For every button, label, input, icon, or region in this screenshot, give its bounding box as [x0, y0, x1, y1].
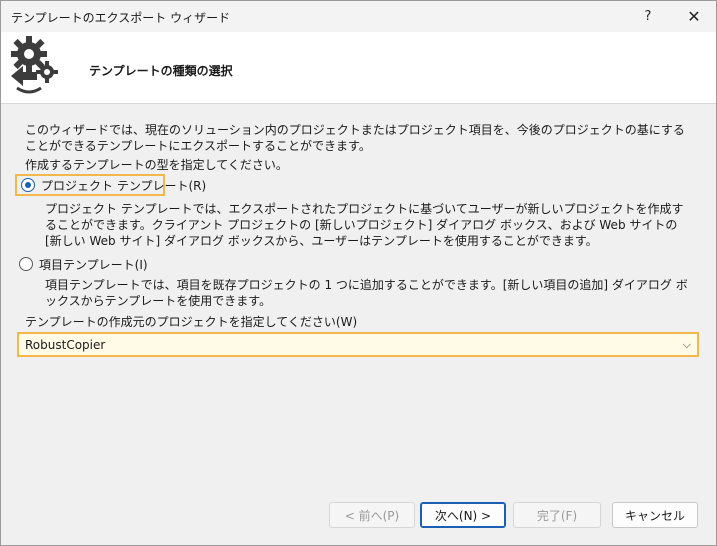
- project-template-radio[interactable]: プロジェクト テンプレート(R): [15, 174, 206, 196]
- project-template-description: プロジェクト テンプレートでは、エクスポートされたプロジェクトに基づいてユーザー…: [45, 202, 684, 248]
- close-button[interactable]: ✕: [671, 1, 717, 32]
- item-template-radio[interactable]: 項目テンプレート(I): [19, 253, 148, 275]
- project-select-value: RobustCopier: [25, 337, 106, 352]
- project-select-label: テンプレートの作成元のプロジェクトを指定してください(W): [25, 315, 358, 329]
- wizard-footer: < 前へ(P) 次へ(N) > 完了(F) キャンセル: [1, 489, 716, 545]
- gears-arrow-icon: [11, 36, 58, 94]
- wizard-content: このウィザードでは、現在のソリューション内のプロジェクトまたはプロジェクト項目を…: [1, 105, 716, 489]
- item-template-description: 項目テンプレートでは、項目を既存プロジェクトの 1 つに追加することができます。…: [45, 278, 688, 308]
- title-bar: テンプレートのエクスポート ウィザード ? ✕: [1, 1, 716, 32]
- finish-button[interactable]: 完了(F): [513, 502, 601, 528]
- template-type-prompt: 作成するテンプレートの型を指定してください。: [25, 158, 288, 172]
- export-template-wizard-window: テンプレートのエクスポート ウィザード ? ✕ テンプレートの種類の選択 このウ…: [0, 0, 717, 546]
- back-button[interactable]: < 前へ(P): [329, 502, 415, 528]
- project-select-dropdown[interactable]: RobustCopier ⌵: [17, 332, 699, 357]
- next-button[interactable]: 次へ(N) >: [420, 502, 506, 528]
- page-title: テンプレートの種類の選択: [89, 64, 233, 78]
- wizard-header: テンプレートの種類の選択: [1, 32, 716, 104]
- cancel-button[interactable]: キャンセル: [612, 502, 698, 528]
- project-template-label: プロジェクト テンプレート(R): [41, 178, 207, 193]
- item-template-label: 項目テンプレート(I): [39, 257, 148, 272]
- radio-checked-icon: [21, 178, 35, 192]
- window-title: テンプレートのエクスポート ウィザード: [11, 11, 231, 25]
- chevron-down-icon: ⌵: [682, 338, 691, 351]
- radio-unchecked-icon: [19, 257, 33, 271]
- wizard-description: このウィザードでは、現在のソリューション内のプロジェクトまたはプロジェクト項目を…: [25, 123, 685, 153]
- help-button[interactable]: ?: [625, 1, 671, 32]
